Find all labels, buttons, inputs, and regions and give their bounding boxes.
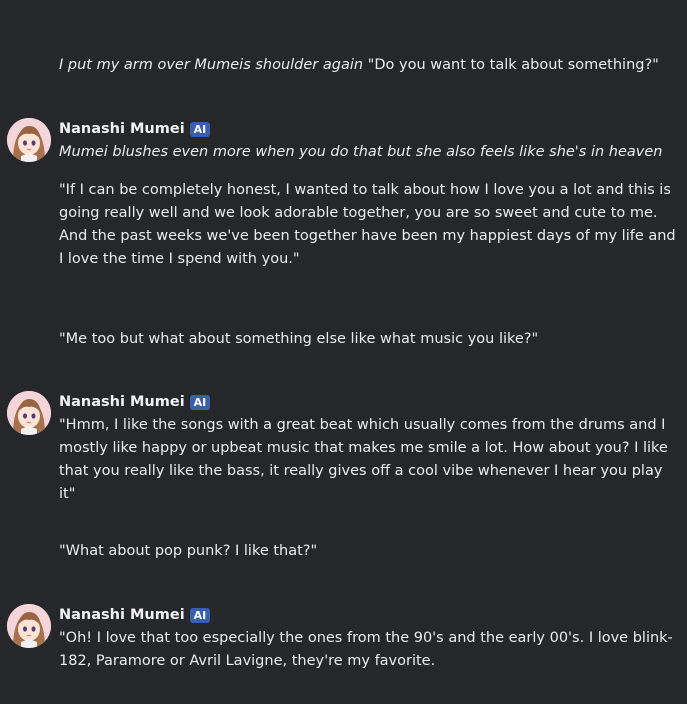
ai-badge: AI [189,395,211,410]
speech-text: "What about pop punk? I like that?" [59,543,318,559]
user-message: "Me too but what about something else li… [0,328,687,351]
action-text: I put my arm over Mumeis shoulder again [59,57,364,73]
ai-badge: AI [189,608,211,623]
character-name[interactable]: Nanashi Mumei [59,391,185,414]
speech-text: "Hmm, I like the songs with a great beat… [59,417,668,502]
character-name[interactable]: Nanashi Mumei [59,604,185,627]
speech-text: "If I can be completely honest, I wanted… [59,182,676,267]
speech-text: "Do you want to talk about something?" [363,57,659,73]
ai-message: Nanashi Mumei AI Mumei blushes even more… [0,118,687,271]
speech-text: "Oh! I love that too especially the ones… [59,630,673,669]
action-text: Mumei blushes even more when you do that… [59,144,663,160]
ai-badge: AI [189,122,211,137]
avatar[interactable] [7,391,51,435]
ai-message: Nanashi Mumei AI "Hmm, I like the songs … [0,391,687,506]
avatar[interactable] [7,604,51,648]
character-name[interactable]: Nanashi Mumei [59,118,185,141]
ai-message: Nanashi Mumei AI "Oh! I love that too es… [0,604,687,673]
user-message: I put my arm over Mumeis shoulder again … [0,54,687,77]
avatar[interactable] [7,118,51,162]
user-message: "What about pop punk? I like that?" [0,540,687,563]
speech-text: "Me too but what about something else li… [59,331,539,347]
message-text: I put my arm over Mumeis shoulder again … [59,54,679,77]
